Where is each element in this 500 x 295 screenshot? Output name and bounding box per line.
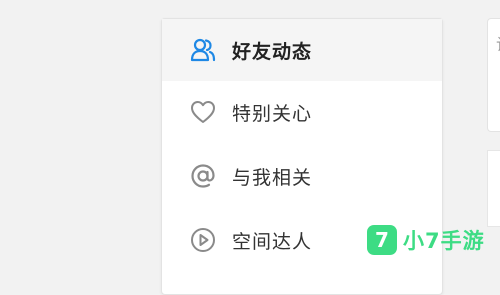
menu-item-label: 与我相关 bbox=[232, 166, 313, 189]
menu-item-label: 好友动态 bbox=[232, 40, 313, 63]
menu-item-friend-feed[interactable]: 好友动态 bbox=[162, 19, 442, 81]
menu-item-label: 特别关心 bbox=[232, 102, 313, 125]
menu-item-label: 空间达人 bbox=[232, 230, 313, 253]
right-panel-top: 让 bbox=[487, 18, 500, 132]
right-panel-bottom bbox=[487, 150, 500, 227]
watermark-text: 小7手游 bbox=[403, 229, 485, 253]
menu-item-special-care[interactable]: 特别关心 bbox=[162, 81, 442, 143]
play-icon bbox=[188, 225, 218, 255]
heart-icon bbox=[188, 97, 218, 127]
menu-item-related-to-me[interactable]: 与我相关 bbox=[162, 145, 442, 207]
partial-text: 让 bbox=[496, 31, 500, 55]
watermark-badge: 7 bbox=[367, 225, 397, 255]
at-icon bbox=[188, 161, 218, 191]
friends-icon bbox=[188, 35, 218, 65]
watermark-logo: 7 小7手游 bbox=[367, 222, 485, 258]
